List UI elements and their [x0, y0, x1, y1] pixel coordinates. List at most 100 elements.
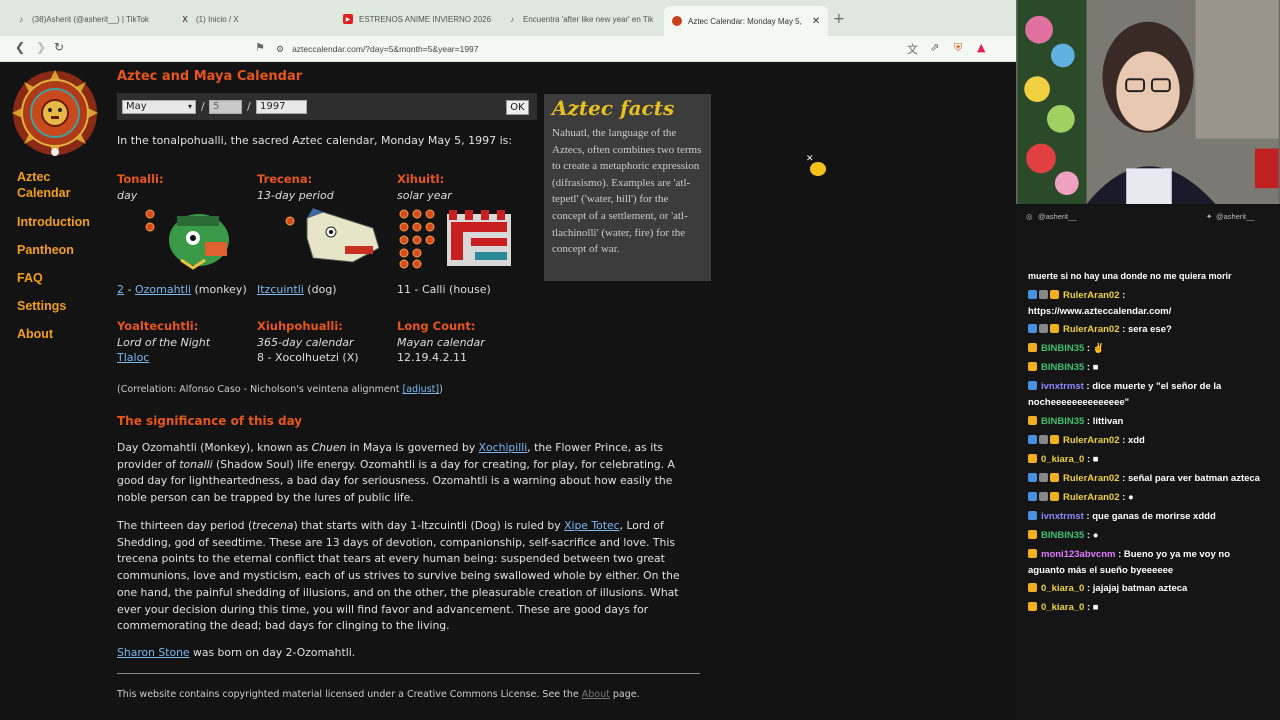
- yoaltecuhtli-label: Yoaltecuhtli:: [117, 319, 199, 333]
- xochipilli-link[interactable]: Xochipilli: [479, 441, 528, 454]
- chat-message: RulerAran02 : sera ese?: [1028, 322, 1276, 338]
- bookmark-icon[interactable]: ⚑: [255, 41, 265, 54]
- chat-message: BINBIN35 : ■: [1028, 360, 1276, 376]
- day-input[interactable]: 5: [209, 100, 242, 114]
- chat-text: : ✌: [1084, 343, 1105, 354]
- chat-badge-icon: [1028, 416, 1037, 425]
- xiuhpohualli-value: 8 - Xocolhuetzi (X): [257, 351, 359, 364]
- chat-message: RulerAran02 : señal para ver batman azte…: [1028, 471, 1276, 487]
- chat-message: BINBIN35 : ✌: [1028, 341, 1276, 357]
- xipe-totec-link[interactable]: Xipe Totec: [564, 519, 620, 532]
- tab-tiktok-profile[interactable]: ♪ (38)Asherit (@asherit__) | TikTok: [16, 7, 166, 31]
- chat-badge-icon: [1039, 290, 1048, 299]
- brave-rewards-icon[interactable]: ▲: [977, 41, 985, 54]
- handle-right: @asherit__: [1216, 212, 1255, 221]
- chat-text: : Bueno yo ya me voy no: [1115, 549, 1231, 560]
- correlation-close: ): [439, 384, 443, 395]
- chat-message: BINBIN35 : littivan: [1028, 414, 1276, 430]
- about-footer-link[interactable]: About: [582, 689, 610, 700]
- nav-introduction[interactable]: Introduction: [17, 214, 112, 230]
- tonalli-number-link[interactable]: 2: [117, 283, 124, 296]
- brave-shield-icon[interactable]: ⛨: [954, 41, 962, 55]
- chat-username[interactable]: RulerAran02: [1063, 492, 1120, 503]
- site-info-icon[interactable]: ⚙: [276, 44, 284, 55]
- chat-username[interactable]: ivnxtrmst: [1041, 511, 1084, 522]
- year-input[interactable]: 1997: [256, 100, 307, 114]
- itzcuintli-link[interactable]: Itzcuintli: [257, 283, 304, 296]
- tab-aztec-calendar[interactable]: Aztec Calendar: Monday May 5, ✕: [664, 6, 828, 36]
- dog-glyph-icon: [285, 208, 380, 263]
- share-icon[interactable]: ⇗: [930, 41, 939, 54]
- longcount-sub: Mayan calendar: [397, 336, 485, 349]
- chat-username[interactable]: RulerAran02: [1063, 473, 1120, 484]
- xihuitl-value: 11 - Calli (house): [397, 283, 537, 296]
- translate-icon[interactable]: 文: [907, 41, 918, 57]
- instagram-icon: ◎: [1026, 212, 1033, 221]
- date-separator: /: [247, 100, 251, 113]
- nav-aztec-calendar[interactable]: Aztec Calendar: [17, 169, 82, 201]
- emoji-sticker-icon: [810, 162, 826, 176]
- chat-badge-icon: [1028, 511, 1037, 520]
- chat-message: RulerAran02 : https://www.azteccalendar.c…: [1028, 288, 1276, 320]
- trecena-meaning: (dog): [303, 283, 337, 296]
- house-glyph-icon: [399, 209, 511, 269]
- chat-badge-icon: [1039, 492, 1048, 501]
- chat-text-continued: nocheeeeeeeeeeeeee": [1028, 397, 1130, 408]
- chat-username[interactable]: BINBIN35: [1041, 530, 1084, 541]
- chat-username[interactable]: 0_kiara_0: [1041, 602, 1084, 613]
- web-page: Aztec Calendar Introduction Pantheon FAQ…: [0, 62, 1016, 720]
- ok-button[interactable]: OK: [506, 100, 529, 115]
- chat-badge-icon: [1028, 549, 1037, 558]
- chat-badge-icon: [1050, 473, 1059, 482]
- back-icon[interactable]: ❮: [15, 40, 25, 54]
- x-icon: X: [182, 14, 188, 24]
- chat-badge-icon: [1028, 362, 1037, 371]
- nav-settings[interactable]: Settings: [17, 298, 112, 314]
- chat-username[interactable]: 0_kiara_0: [1041, 583, 1084, 594]
- nav-faq[interactable]: FAQ: [17, 270, 112, 286]
- nav-about[interactable]: About: [17, 326, 112, 342]
- trecena-value: Itzcuintli (dog): [257, 283, 397, 296]
- chat-text: : littivan: [1084, 416, 1124, 427]
- chat-username[interactable]: 0_kiara_0: [1041, 454, 1084, 465]
- url-text: azteccalendar.com/?day=5&month=5&year=19…: [292, 44, 479, 54]
- chat-badge-icon: [1050, 492, 1059, 501]
- chat-username[interactable]: BINBIN35: [1041, 416, 1084, 427]
- forward-icon[interactable]: ❯: [36, 40, 46, 54]
- handle-left: @asherit__: [1038, 212, 1077, 221]
- close-icon[interactable]: ✕: [812, 16, 820, 27]
- chat-badge-icon: [1050, 435, 1059, 444]
- adjust-link[interactable]: [adjust]: [402, 384, 439, 395]
- tab-x-home[interactable]: X (1) Inicio / X: [180, 7, 330, 31]
- chat-username[interactable]: BINBIN35: [1041, 362, 1084, 373]
- chat-username[interactable]: ivnxtrmst: [1041, 381, 1084, 392]
- address-bar[interactable]: ⚙ azteccalendar.com/?day=5&month=5&year=…: [276, 39, 896, 59]
- day-significance-paragraph: Day Ozomahtli (Monkey), known as Chuen i…: [117, 441, 675, 505]
- month-select[interactable]: May ▾: [122, 100, 196, 114]
- twitter-icon: ✦: [1206, 212, 1213, 221]
- chat-message: 0_kiara_0 : jajajaj batman azteca: [1028, 581, 1276, 597]
- sharon-stone-link[interactable]: Sharon Stone: [117, 646, 190, 659]
- chat-username[interactable]: RulerAran02: [1063, 324, 1120, 335]
- chat-badge-icon: [1028, 343, 1037, 352]
- browser-toolbar: ❮ ❯ ↻ ⚑ ⚙ azteccalendar.com/?day=5&month…: [0, 36, 1016, 62]
- chat-username[interactable]: moni123abvcnm: [1041, 549, 1115, 560]
- tab-label: Encuentra 'after like new year' en Tik: [523, 14, 654, 24]
- facts-title: Aztec facts: [552, 96, 675, 120]
- tab-tiktok-search[interactable]: ♪ Encuentra 'after like new year' en Tik: [507, 7, 657, 31]
- chat-text: muerte si no hay una donde no me quiera …: [1028, 271, 1232, 281]
- chat-message: ivnxtrmst : dice muerte y "el señor de l…: [1028, 379, 1276, 411]
- tlaloc-link[interactable]: Tlaloc: [117, 351, 149, 364]
- chat-username[interactable]: RulerAran02: [1063, 290, 1120, 301]
- chat-username[interactable]: RulerAran02: [1063, 435, 1120, 446]
- tab-youtube-anime[interactable]: ▶ ESTRENOS ANIME INVIERNO 2026 -: [343, 7, 493, 31]
- nav-pantheon[interactable]: Pantheon: [17, 242, 112, 258]
- aztec-sun-stone-logo[interactable]: [12, 70, 98, 156]
- ozomahtli-link[interactable]: Ozomahtli: [135, 283, 191, 296]
- date-form: May ▾ / 5 / 1997 OK: [117, 93, 537, 120]
- new-tab-icon[interactable]: +: [833, 11, 845, 27]
- chat-username[interactable]: BINBIN35: [1041, 343, 1084, 354]
- tonalli-meaning: (monkey): [190, 283, 247, 296]
- date-separator: /: [201, 100, 205, 113]
- reload-icon[interactable]: ↻: [54, 40, 64, 54]
